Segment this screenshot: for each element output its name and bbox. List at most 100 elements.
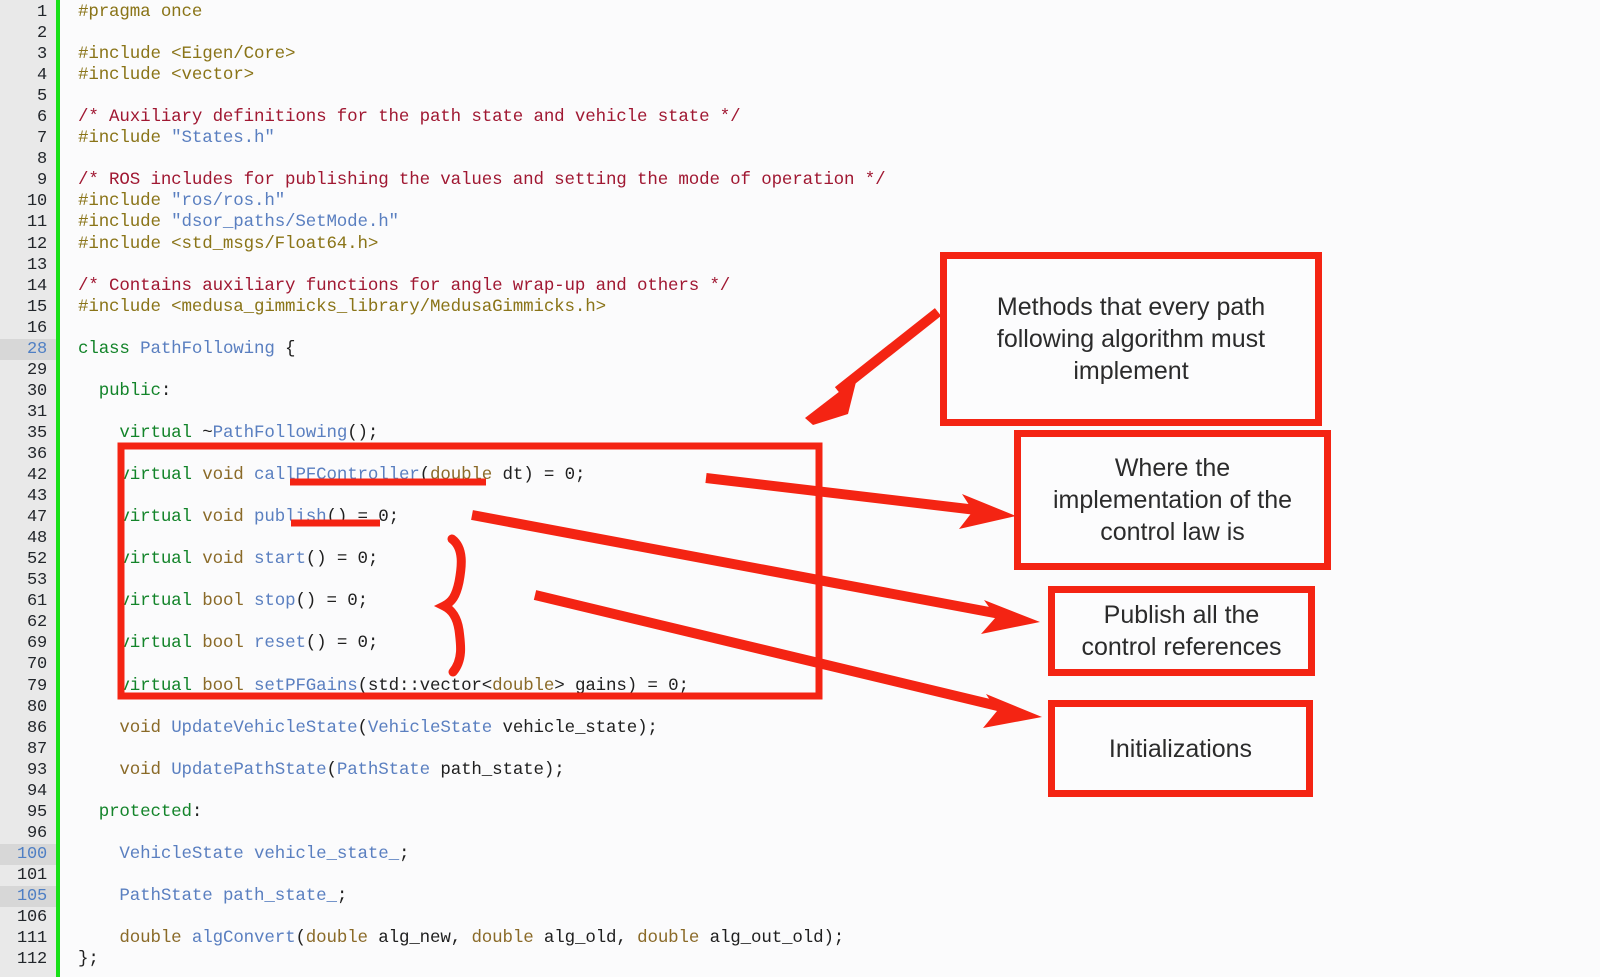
line-number: 16 <box>26 318 47 338</box>
code-line[interactable]: virtual void callPFController(double dt)… <box>78 465 1600 486</box>
line-number: 101 <box>16 865 47 885</box>
code-line[interactable] <box>78 528 1600 549</box>
line-number: 1 <box>36 3 47 22</box>
code-line[interactable]: /* Auxiliary definitions for the path st… <box>78 107 1600 128</box>
code-line[interactable]: #pragma once <box>78 2 1600 23</box>
code-line[interactable]: }; <box>78 949 1600 970</box>
code-line[interactable] <box>78 255 1600 276</box>
code-line[interactable]: #include "ros/ros.h" <box>78 191 1600 212</box>
code-token: () = 0; <box>326 507 400 528</box>
code-line[interactable]: virtual ~PathFollowing(); <box>78 423 1600 444</box>
code-token: UpdateVehicleState <box>171 717 358 738</box>
code-line[interactable]: void UpdatePathState(PathState path_stat… <box>78 760 1600 781</box>
code-token: protected <box>98 801 192 822</box>
code-line[interactable]: #include <vector> <box>78 65 1600 86</box>
code-token: double <box>305 928 368 949</box>
code-token: ( <box>295 928 306 949</box>
code-line[interactable] <box>78 149 1600 170</box>
code-line[interactable] <box>78 739 1600 760</box>
code-token: alg_old, <box>533 928 638 949</box>
code-line[interactable]: virtual void start() = 0; <box>78 549 1600 570</box>
code-line[interactable] <box>78 697 1600 718</box>
code-token: () = 0; <box>295 591 368 612</box>
code-line[interactable]: virtual bool setPFGains(std::vector<doub… <box>78 676 1600 697</box>
code-line[interactable] <box>78 86 1600 107</box>
line-number-gutter: 1 2 3 4 5 6 7 8 9 10 11 12 13 14 15 16 28 29 30 31 35 36 42 43 4… <box>0 0 60 977</box>
line-number: 79 <box>26 676 47 696</box>
code-token: double <box>637 928 700 949</box>
code-line[interactable] <box>78 781 1600 802</box>
code-token: virtual <box>119 675 192 696</box>
code-token: path_state); <box>430 759 565 780</box>
line-number: 106 <box>16 908 47 928</box>
code-line[interactable]: void UpdateVehicleState(VehicleState veh… <box>78 718 1600 739</box>
line-number: 53 <box>26 571 47 591</box>
code-token: public <box>98 380 161 401</box>
code-line[interactable]: #include <std_msgs/Float64.h> <box>78 234 1600 255</box>
code-line[interactable] <box>78 823 1600 844</box>
line-number: 93 <box>26 760 47 780</box>
code-line[interactable]: virtual bool reset() = 0; <box>78 633 1600 654</box>
line-number: 86 <box>26 718 47 738</box>
line-number: 7 <box>36 129 47 149</box>
line-number: 95 <box>26 802 47 822</box>
code-line[interactable] <box>78 654 1600 675</box>
code-line[interactable]: PathState path_state_; <box>78 886 1600 907</box>
code-line[interactable]: class PathFollowing { <box>78 339 1600 360</box>
code-line[interactable]: double algConvert(double alg_new, double… <box>78 928 1600 949</box>
code-token: PathFollowing <box>212 422 348 443</box>
code-line[interactable]: /* Contains auxiliary functions for angl… <box>78 276 1600 297</box>
code-line[interactable] <box>78 318 1600 339</box>
code-line[interactable] <box>78 570 1600 591</box>
code-line[interactable]: virtual bool stop() = 0; <box>78 591 1600 612</box>
line-number: 94 <box>26 781 47 801</box>
line-number: 5 <box>36 87 47 107</box>
code-line[interactable]: virtual void publish() = 0; <box>78 507 1600 528</box>
code-line[interactable] <box>78 444 1600 465</box>
code-line[interactable] <box>78 360 1600 381</box>
code-token: #include <vector> <box>78 65 254 86</box>
code-token: bool <box>202 633 244 654</box>
line-number: 31 <box>26 402 47 422</box>
code-editor: 1 2 3 4 5 6 7 8 9 10 11 12 13 14 15 16 28 29 30 31 35 36 42 43 4… <box>0 0 1600 977</box>
code-token: /* ROS includes for publishing the value… <box>78 170 886 191</box>
code-line[interactable]: VehicleState vehicle_state_; <box>78 844 1600 865</box>
code-token: bool <box>202 675 244 696</box>
code-line[interactable] <box>78 402 1600 423</box>
code-token: void <box>202 549 244 570</box>
code-line[interactable] <box>78 865 1600 886</box>
code-line[interactable]: #include "dsor_paths/SetMode.h" <box>78 212 1600 233</box>
line-number: 42 <box>26 466 47 486</box>
code-line[interactable]: #include <medusa_gimmicks_library/Medusa… <box>78 297 1600 318</box>
code-line[interactable]: #include <Eigen/Core> <box>78 44 1600 65</box>
code-token: > gains) = 0; <box>554 675 689 696</box>
code-line[interactable]: public: <box>78 381 1600 402</box>
code-token: callPFController <box>254 465 420 486</box>
code-line[interactable]: protected: <box>78 802 1600 823</box>
code-line[interactable]: #include "States.h" <box>78 128 1600 149</box>
code-line[interactable]: /* ROS includes for publishing the value… <box>78 170 1600 191</box>
line-number: 8 <box>36 150 47 170</box>
code-line[interactable] <box>78 23 1600 44</box>
code-token: reset <box>254 633 306 654</box>
code-line[interactable] <box>78 612 1600 633</box>
code-token: ( <box>326 759 337 780</box>
code-token: PathState <box>336 759 431 780</box>
code-line[interactable] <box>78 907 1600 928</box>
code-token: virtual <box>119 422 192 443</box>
code-token: () = 0; <box>305 549 379 570</box>
code-line[interactable] <box>78 486 1600 507</box>
